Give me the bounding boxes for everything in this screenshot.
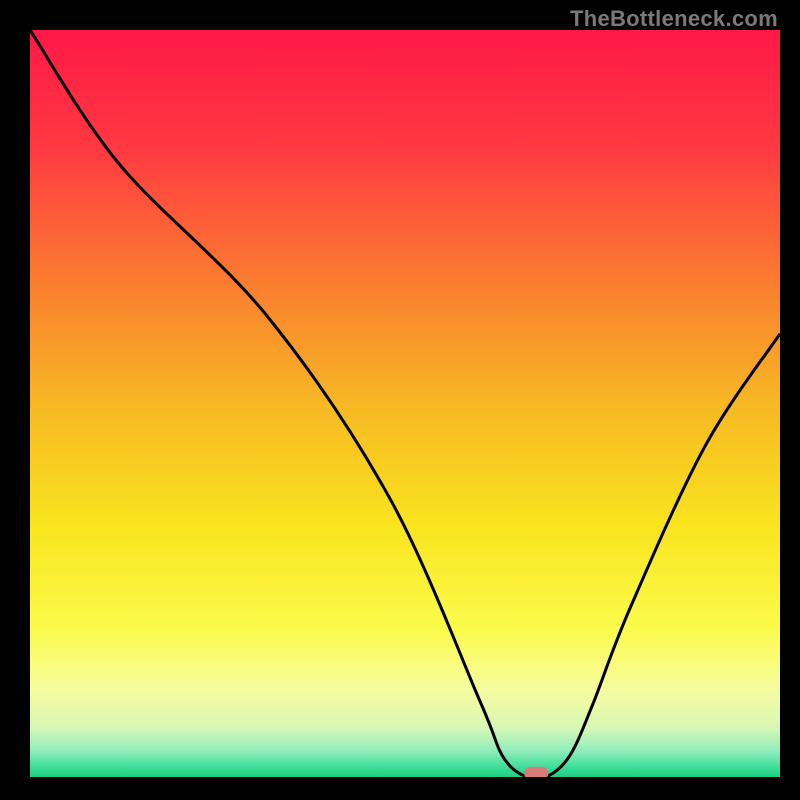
baseline [30,777,780,780]
watermark-text: TheBottleneck.com [570,6,778,32]
gradient-background [30,30,780,780]
bottleneck-chart [0,0,800,800]
chart-container: TheBottleneck.com [0,0,800,800]
